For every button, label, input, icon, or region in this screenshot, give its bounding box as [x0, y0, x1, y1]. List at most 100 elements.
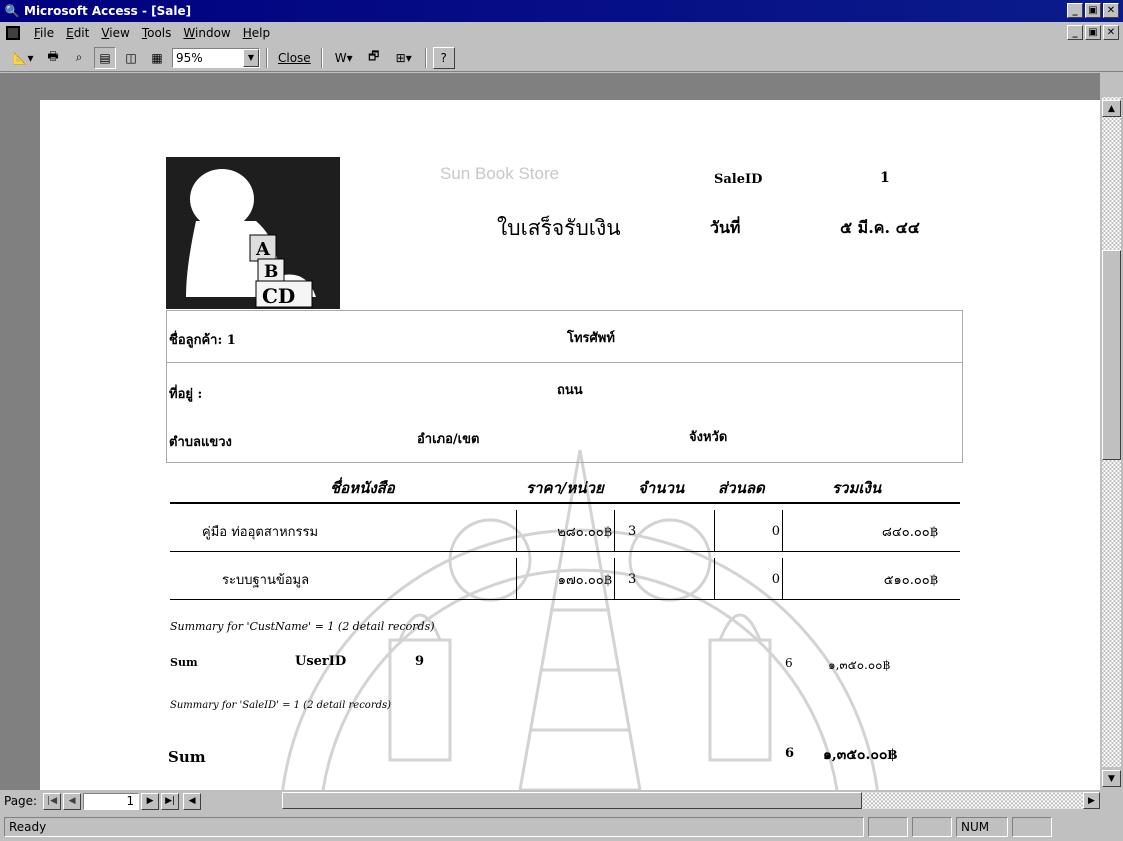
menu-file[interactable]: File	[28, 26, 60, 40]
close-button[interactable]: ✕	[1103, 3, 1119, 18]
address-label: ที่อยู่ :	[169, 387, 203, 402]
status-bar: Ready NUM	[0, 813, 1123, 841]
page-number-field[interactable]: 1	[83, 792, 140, 810]
database-window-icon[interactable]: 🗗	[363, 47, 385, 69]
item-total: ๘๔๐.๐๐฿	[881, 524, 938, 540]
zoom-icon[interactable]: ⌕	[68, 47, 90, 69]
next-page-icon[interactable]: ▶	[141, 792, 160, 810]
item-price: ๑๗๐.๐๐฿	[557, 572, 612, 588]
logo-block-a: A	[255, 239, 271, 260]
item-qty: 3	[628, 523, 637, 539]
col-quantity: จำนวน	[638, 479, 685, 497]
item-qty: 3	[628, 571, 637, 587]
item-price: ๒๘๐.๐๐฿	[557, 524, 612, 540]
col-total: รวมเงิน	[832, 479, 882, 497]
summary-sale-caption: Summary for 'SaleID' = 1 (2 detail recor…	[170, 700, 392, 711]
close-preview-button[interactable]: Close	[274, 47, 315, 69]
last-page-icon[interactable]: ▶|	[161, 792, 180, 810]
item-discount: 0	[771, 523, 780, 539]
design-view-icon[interactable]: 📐▾	[8, 47, 38, 69]
userid-value: 9	[415, 654, 425, 669]
toolbar-separator	[424, 47, 427, 68]
menu-view[interactable]: View	[95, 26, 135, 40]
scroll-up-icon[interactable]: ▲	[1102, 100, 1121, 117]
preview-area: A B CD Sun Book Store ใบเสร็จรับเงิน Sal…	[0, 73, 1100, 790]
menu-help[interactable]: Help	[237, 26, 276, 40]
office-links-icon[interactable]: W▾	[329, 47, 359, 69]
access-key-icon: 🔍	[4, 4, 20, 18]
receipt-title: ใบเสร็จรับเงิน	[497, 216, 621, 240]
item-discount: 0	[771, 571, 780, 587]
toolbar-separator	[266, 47, 268, 68]
table-row: ระบบฐานข้อมูล ๑๗๐.๐๐฿ 3 0 ๕๑๐.๐๐฿	[170, 558, 960, 600]
two-pages-icon[interactable]: ◫	[120, 47, 142, 69]
previous-page-icon[interactable]: ◀	[63, 792, 82, 810]
document-icon[interactable]	[6, 26, 20, 40]
vertical-scroll-thumb[interactable]	[1102, 250, 1121, 460]
table-row: คู่มือ ท่ออุตสาหกรรม ๒๘๐.๐๐฿ 3 0 ๘๔๐.๐๐฿	[170, 510, 960, 552]
print-icon[interactable]: 🖶	[42, 47, 64, 69]
help-icon[interactable]: ?	[432, 46, 455, 69]
item-title: ระบบฐานข้อมูล	[222, 572, 310, 588]
new-object-icon[interactable]: ⊞▾	[389, 47, 419, 69]
multiple-pages-icon[interactable]: ▦	[146, 47, 168, 69]
column-divider	[614, 558, 615, 600]
sale-id-label: SaleID	[714, 172, 763, 187]
scroll-right-icon[interactable]: ▶	[1083, 792, 1100, 809]
window-controls: _ ▣ ✕	[1067, 3, 1119, 18]
logo-block-b: B	[264, 262, 278, 282]
date-label: วันที่	[710, 218, 741, 237]
logo-image: A B CD	[166, 157, 340, 309]
scroll-down-icon[interactable]: ▼	[1102, 770, 1121, 787]
doc-close-button[interactable]: ✕	[1103, 25, 1119, 40]
doc-restore-button[interactable]: ▣	[1085, 25, 1101, 40]
store-name: Sun Book Store	[440, 164, 560, 183]
grand-total: ๑,๓๕๐.๐๐฿	[823, 747, 898, 763]
baby-blocks-picture: A B CD	[166, 157, 340, 309]
col-discount: ส่วนลด	[718, 479, 765, 497]
status-cell-empty	[912, 817, 952, 837]
date-value: ๕ มี.ค. ๔๔	[840, 218, 920, 237]
subdistrict-label: ตำบลแขวง	[169, 435, 232, 450]
scroll-left-icon[interactable]: ◀	[183, 792, 202, 810]
chevron-down-icon[interactable]: ▼	[243, 48, 259, 67]
zoom-value: 95%	[176, 50, 203, 65]
doc-minimize-button[interactable]: _	[1067, 25, 1083, 40]
customer-row	[167, 311, 962, 363]
sale-id-value: 1	[880, 170, 890, 186]
street-label: ถนน	[557, 383, 583, 398]
phone-label: โทรศัพท์	[567, 331, 615, 346]
menu-edit[interactable]: Edit	[60, 26, 95, 40]
sum-total: ๑,๓๕๐.๐๐฿	[828, 658, 891, 672]
status-text: Ready	[4, 817, 864, 837]
status-cell-empty	[1012, 817, 1052, 837]
customer-name-label: ชื่อลูกค้า: 1	[169, 333, 236, 348]
grand-sum-label: Sum	[168, 748, 206, 766]
horizontal-scroll-thumb[interactable]	[282, 792, 862, 809]
menu-window[interactable]: Window	[177, 26, 236, 40]
window-title: Microsoft Access - [Sale]	[24, 4, 192, 18]
column-divider	[614, 510, 615, 552]
item-total: ๕๑๐.๐๐฿	[883, 572, 938, 588]
page-label: Page:	[4, 794, 38, 808]
zoom-combo[interactable]: 95% ▼	[172, 47, 260, 68]
summary-cust-caption: Summary for 'CustName' = 1 (2 detail rec…	[170, 620, 435, 633]
userid-label: UserID	[295, 654, 347, 669]
document-window-controls: _ ▣ ✕	[1067, 25, 1119, 40]
customer-info-box: ชื่อลูกค้า: 1 โทรศัพท์ ที่อยู่ : ถนน ตำบ…	[166, 310, 963, 463]
first-page-icon[interactable]: |◀	[43, 792, 62, 810]
col-book-title: ชื่อหนังสือ	[330, 479, 395, 497]
province-label: จังหวัด	[689, 430, 728, 445]
logo-block-cd: CD	[262, 284, 295, 308]
restore-button[interactable]: ▣	[1085, 3, 1101, 18]
menu-bar: File Edit View Tools Window Help _ ▣ ✕	[0, 22, 1123, 44]
header-rule	[170, 502, 960, 504]
print-preview-toolbar: 📐▾ 🖶 ⌕ ▤ ◫ ▦ 95% ▼ Close W▾ 🗗 ⊞▾ ?	[0, 44, 1123, 72]
university-seal-watermark	[281, 449, 879, 790]
minimize-button[interactable]: _	[1067, 3, 1083, 18]
grand-qty: 6	[785, 746, 795, 761]
sum-qty: 6	[785, 656, 793, 670]
menu-tools[interactable]: Tools	[136, 26, 178, 40]
one-page-icon[interactable]: ▤	[94, 46, 116, 69]
report-page: A B CD Sun Book Store ใบเสร็จรับเงิน Sal…	[40, 100, 1100, 790]
